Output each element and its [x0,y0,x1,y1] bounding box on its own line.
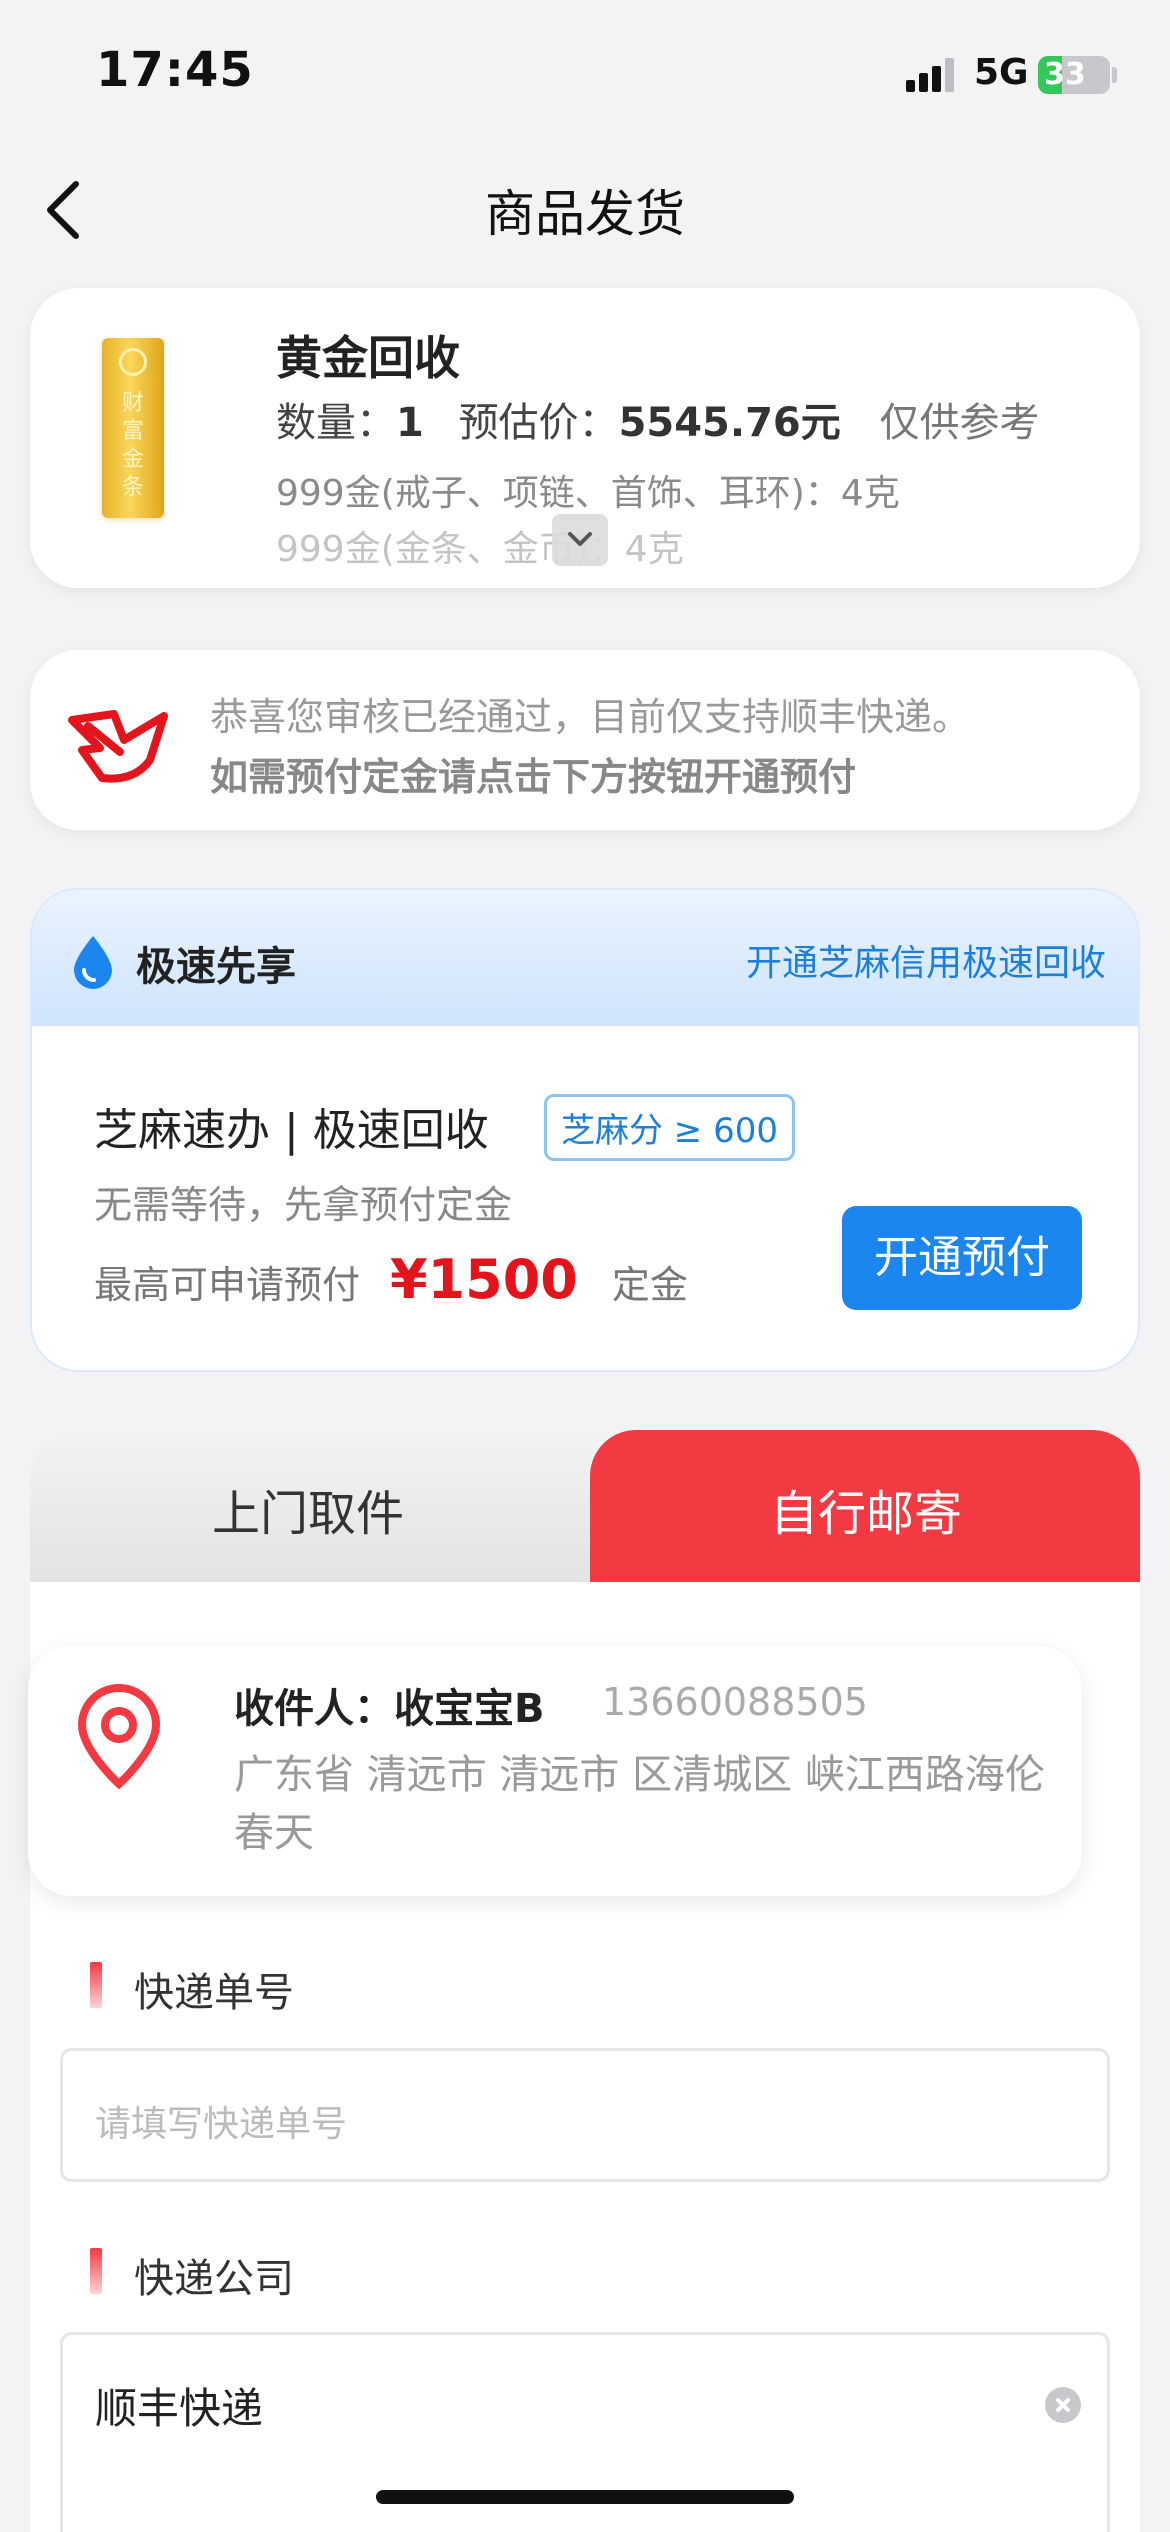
status-bar: 17:45 5G 33 [0,0,1170,150]
zhima-score-badge: 芝麻分 ≥ 600 [544,1094,795,1161]
spec-item: 999金(戒子、项链、首饰、耳环)：4克 [276,473,900,514]
gold-bar-icon: 财富金条 [102,338,164,518]
status-time: 17:45 [96,42,254,98]
fast-recycle-header: 极速先享 开通芝麻信用极速回收 [32,890,1138,1026]
gold-bar-logo [119,348,147,376]
tracking-label: 快递单号 [134,1970,294,2016]
home-indicator [376,2490,794,2504]
tab-self-mail-label: 自行邮寄 [770,1486,963,1542]
tracking-number-input[interactable]: 请填写快递单号 [60,2048,1110,2182]
nav-bar: 商品发货 [0,150,1170,270]
sf-express-icon [68,710,168,783]
gold-bar-text: 财富金条 [121,391,144,500]
quantity-label: 数量： [276,400,396,446]
enable-zhima-link[interactable]: 开通芝麻信用极速回收 [746,934,1106,986]
battery-icon: 33 [1038,56,1110,94]
notice-hint: 如需预付定金请点击下方按钮开通预付 [210,755,857,799]
fast-recycle-subtitle: 芝麻速办 | 极速回收 [94,1105,489,1156]
courier-label: 快递公司 [134,2256,294,2302]
location-pin-icon [77,1683,161,1790]
address-card[interactable]: 收件人：收宝宝B 13660088505 广东省 清远市 清远市 区清城区 峡江… [28,1646,1082,1896]
courier-company-value: 顺丰快递 [95,2384,264,2433]
product-summary: 数量：1 预估价：5545.76元 仅供参考 [276,390,1039,448]
tracking-number-placeholder: 请填写快递单号 [95,2104,348,2145]
quantity-value: 1 [396,400,424,446]
approval-notice: 恭喜您审核已经通过，目前仅支持顺丰快递。 如需预付定金请点击下方按钮开通预付 [30,650,1140,830]
tab-pickup-label: 上门取件 [212,1486,405,1542]
field-marker [90,2248,102,2294]
price-label: 预估价： [458,400,619,446]
max-prepay-prefix: 最高可申请预付 [94,1263,361,1307]
water-drop-icon [74,936,112,989]
tab-pickup[interactable]: 上门取件 [30,1430,650,1582]
fast-recycle-title: 极速先享 [136,944,296,990]
expand-button[interactable] [552,514,608,566]
chevron-down-icon [568,532,592,546]
open-prepay-button[interactable]: 开通预付 [842,1206,1082,1310]
recipient-phone: 13660088505 [602,1680,868,1724]
max-prepay-suffix: 定金 [611,1263,688,1307]
fast-recycle-card: 极速先享 开通芝麻信用极速回收 芝麻速办 | 极速回收 芝麻分 ≥ 600 无需… [30,888,1140,1372]
battery-nub [1112,67,1117,83]
battery-level: 33 [1044,57,1086,92]
max-prepay-amount: ¥1500 [390,1248,578,1311]
estimated-price: 5545.76元 [618,400,841,446]
page-title: 商品发货 [485,185,685,243]
product-card: 财富金条 黄金回收 数量：1 预估价：5545.76元 仅供参考 999金(戒子… [30,288,1140,588]
max-prepay: 最高可申请预付 ¥1500 定金 [94,1248,688,1311]
spec-item: 999金(金条、金币)：4克 [276,529,684,570]
reference-note: 仅供参考 [879,400,1040,446]
field-marker [90,1962,102,2008]
clear-icon[interactable] [1045,2387,1081,2423]
fast-recycle-description: 无需等待，先拿预付定金 [94,1183,513,1227]
product-title: 黄金回收 [276,331,460,385]
notice-text: 恭喜您审核已经通过，目前仅支持顺丰快递。 [210,695,971,739]
cellular-signal-icon [906,58,956,92]
recipient-name: 收件人：收宝宝B [234,1686,545,1732]
recipient-address: 广东省 清远市 清远市 区清城区 峡江西路海伦春天 [234,1752,1045,1856]
network-type: 5G [974,52,1029,93]
